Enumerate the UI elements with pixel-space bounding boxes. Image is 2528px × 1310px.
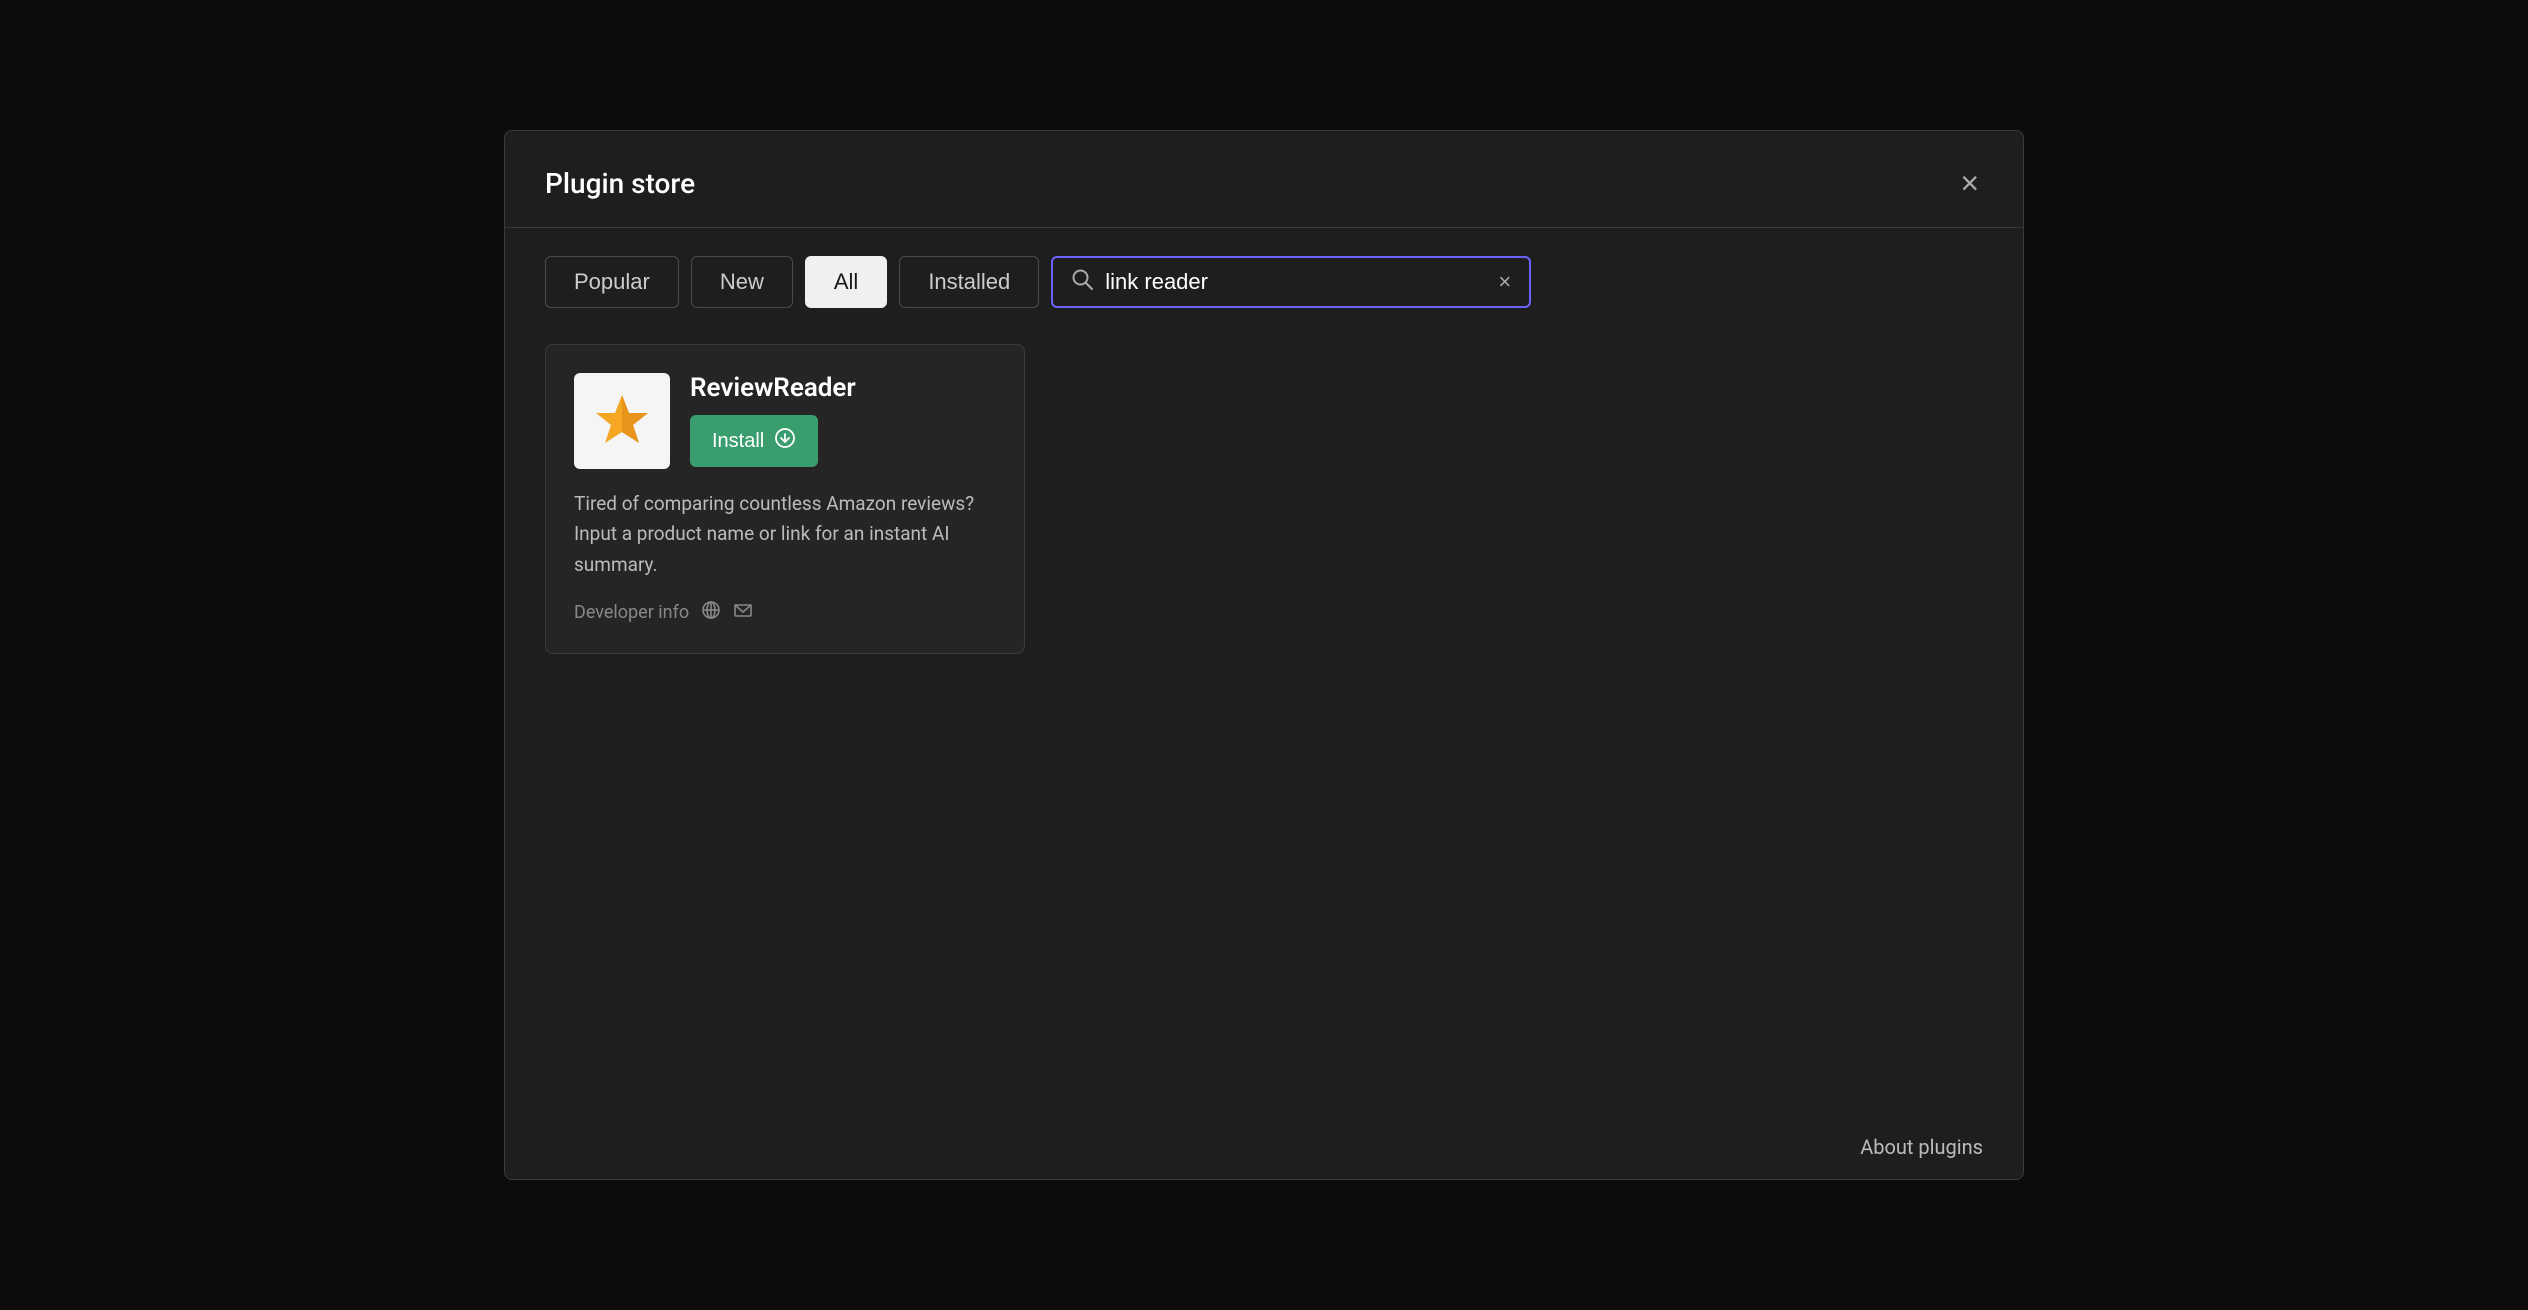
modal-overlay: Plugin store × Popular New All Installed… <box>0 0 2528 1310</box>
install-button[interactable]: Install <box>690 415 818 467</box>
modal-header: Plugin store × <box>505 131 2023 228</box>
all-filter-button[interactable]: All <box>805 256 887 308</box>
plugin-card-header: ReviewReader Install <box>574 373 996 469</box>
globe-icon[interactable] <box>701 600 721 625</box>
toolbar: Popular New All Installed × <box>505 228 2023 336</box>
email-icon[interactable] <box>733 600 753 625</box>
plugin-info: ReviewReader Install <box>690 373 856 467</box>
plugin-store-modal: Plugin store × Popular New All Installed… <box>504 130 2024 1180</box>
plugin-name: ReviewReader <box>690 373 856 403</box>
installed-filter-button[interactable]: Installed <box>899 256 1039 308</box>
popular-filter-button[interactable]: Popular <box>545 256 679 308</box>
plugin-icon <box>574 373 670 469</box>
developer-info: Developer info <box>574 600 996 625</box>
plugin-card: ReviewReader Install <box>545 344 1025 654</box>
developer-info-label: Developer info <box>574 602 689 623</box>
modal-title: Plugin store <box>545 167 695 200</box>
clear-search-button[interactable]: × <box>1498 269 1511 295</box>
search-icon <box>1071 268 1093 296</box>
search-input[interactable] <box>1105 269 1486 295</box>
new-filter-button[interactable]: New <box>691 256 793 308</box>
install-icon <box>774 427 796 455</box>
install-label: Install <box>712 430 764 453</box>
modal-footer: About plugins <box>505 1115 2023 1179</box>
search-wrapper: × <box>1051 256 1531 308</box>
plugin-description: Tired of comparing countless Amazon revi… <box>574 489 996 580</box>
content-area: ReviewReader Install <box>505 336 2023 1115</box>
about-plugins-link[interactable]: About plugins <box>1860 1135 1983 1159</box>
close-button[interactable]: × <box>1956 163 1983 203</box>
